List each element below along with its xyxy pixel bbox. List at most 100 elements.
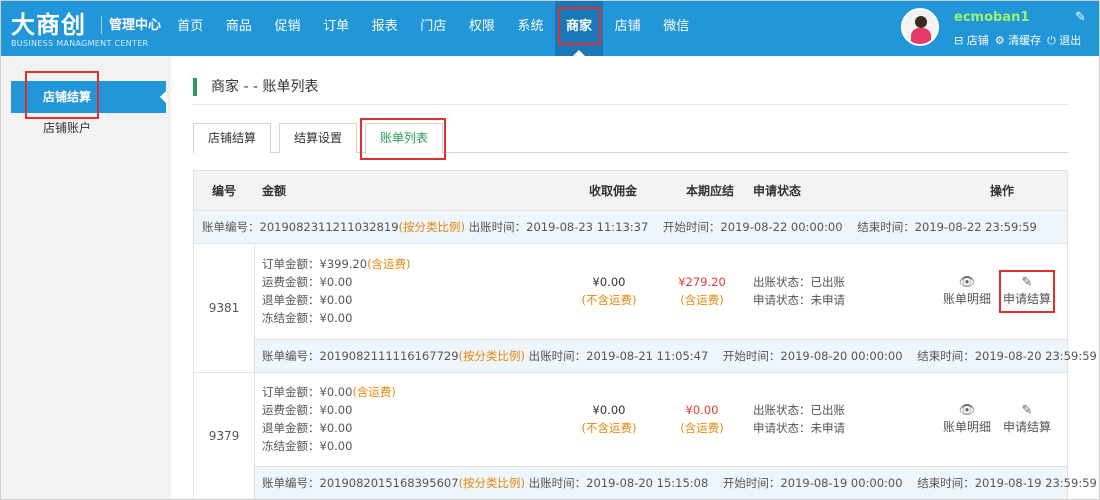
frozen-amount: 冻结金额：¥0.00 — [262, 311, 353, 325]
commission-value: ¥0.00 — [592, 275, 626, 289]
highlight-box — [557, 7, 601, 45]
logo-text: 大商创 — [11, 11, 86, 39]
bill-times: 出账时间：2019-08-21 11:05:47 开始时间：2019-08-20… — [528, 349, 1097, 363]
commission-note: (不含运费) — [581, 293, 637, 307]
sidebar-item-store-settlement[interactable]: 店铺结算 — [11, 71, 167, 119]
nav-goods[interactable]: 商品 — [215, 1, 264, 56]
logo-subtitle: 管理中心 — [109, 18, 162, 33]
order-amount-label: 订单金额： — [262, 385, 320, 399]
apply-settlement-button[interactable]: ✎ 申请结算 — [999, 270, 1055, 313]
logout-link[interactable]: ⏻ 退出 — [1047, 32, 1081, 48]
amount-details: 订单金额：¥399.20(含运费) 运费金额：¥0.00 退单金额：¥0.00 … — [262, 255, 411, 327]
logo-english: BUSINESS MANAGMENT CENTER — [11, 39, 149, 48]
bill-no-label: 账单编号： — [202, 220, 260, 234]
bill-no-label: 账单编号： — [262, 349, 320, 363]
tab-bill-list[interactable]: 账单列表 — [360, 118, 446, 160]
bill-info-row: 账单编号：2019082015168395607(按分类比例) 出账时间：201… — [255, 466, 1097, 499]
bill-times: 出账时间：2019-08-20 15:15:08 开始时间：2019-08-19… — [528, 476, 1097, 490]
avatar[interactable] — [901, 8, 939, 46]
commission-note: (不含运费) — [581, 421, 637, 435]
highlight-box — [25, 71, 99, 119]
logo[interactable]: 大商创 管理中心 BUSINESS MANAGMENT CENTER — [11, 5, 161, 51]
bill-ratio: (按分类比例) — [398, 220, 466, 234]
shipping-amount: 运费金额：¥0.00 — [262, 403, 353, 417]
bill-detail-button[interactable]: 👁 账单明细 — [942, 275, 992, 307]
status-cell: 出账状态：已出账 申请状态：未申请 — [753, 273, 845, 309]
due-note: (含运费) — [680, 293, 724, 307]
username: ecmoban1 — [954, 10, 1030, 25]
divider — [193, 104, 1068, 105]
due-value: ¥279.20 — [678, 275, 726, 289]
nav-permissions[interactable]: 权限 — [458, 1, 507, 56]
commission-cell: ¥0.00 (不含运费) — [569, 401, 649, 437]
tab-bar: 店铺结算 结算设置 账单列表 — [193, 118, 1068, 160]
clear-cache-link[interactable]: ⚙ 清缓存 — [995, 32, 1041, 48]
row-id: 9381 — [194, 245, 255, 372]
nav-system[interactable]: 系统 — [506, 1, 555, 56]
nav-promotion[interactable]: 促销 — [263, 1, 312, 56]
order-amount-note: (含运费) — [352, 385, 396, 399]
col-amount: 金额 — [262, 184, 287, 198]
logo-divider — [101, 16, 102, 34]
refund-amount: 退单金额：¥0.00 — [262, 421, 353, 435]
status-cell: 出账状态：已出账 申请状态：未申请 — [753, 401, 845, 437]
order-amount: ¥399.20 — [319, 257, 368, 271]
col-due: 本期应结 — [686, 184, 735, 198]
due-cell: ¥279.20 (含运费) — [662, 273, 742, 309]
bill-no: 2019082111116167729 — [319, 349, 459, 363]
bill-status: 出账状态：已出账 — [753, 275, 845, 289]
order-amount-label: 订单金额： — [262, 257, 320, 271]
top-bar: 大商创 管理中心 BUSINESS MANAGMENT CENTER 首页 商品… — [1, 1, 1099, 56]
bill-table: 编号 金额 收取佣金 本期应结 申请状态 操作 账单编号：20190823112… — [193, 170, 1097, 499]
table-header: 编号 金额 收取佣金 本期应结 申请状态 操作 — [194, 171, 1067, 211]
col-ops: 操作 — [990, 184, 1015, 198]
due-cell: ¥0.00 (含运费) — [662, 401, 742, 437]
col-commission: 收取佣金 — [589, 184, 638, 198]
sidebar-item-store-account[interactable]: 店铺账户 — [11, 113, 166, 143]
nav-home[interactable]: 首页 — [166, 1, 215, 56]
bill-no: 2019082015168395607 — [319, 476, 459, 490]
user-links: ⊟ 店铺 ⚙ 清缓存 ⏻ 退出 — [954, 32, 1081, 48]
highlight-box — [360, 118, 446, 160]
apply-settlement-label: 申请结算 — [1002, 420, 1051, 434]
bill-status: 出账状态：已出账 — [753, 403, 845, 417]
bill-no: 2019082311211032819 — [259, 220, 399, 234]
due-note: (含运费) — [680, 421, 724, 435]
edit-profile-icon[interactable]: ✎ — [1075, 10, 1086, 25]
frozen-amount: 冻结金额：¥0.00 — [262, 439, 353, 453]
bill-times: 出账时间：2019-08-23 11:13:37 开始时间：2019-08-22… — [468, 220, 1037, 234]
nav-orders[interactable]: 订单 — [312, 1, 361, 56]
shop-link[interactable]: ⊟ 店铺 — [954, 32, 989, 48]
edit-icon: ✎ — [1021, 403, 1033, 418]
eye-icon: 👁 — [958, 275, 976, 290]
tab-settlement-settings[interactable]: 结算设置 — [279, 123, 357, 153]
table-row: 9379 订单金额：¥0.00(含运费) 运费金额：¥0.00 退单金额：¥0.… — [194, 373, 1097, 499]
nav-reports[interactable]: 报表 — [360, 1, 409, 56]
shipping-amount: 运费金额：¥0.00 — [262, 275, 353, 289]
bill-no-label: 账单编号： — [262, 476, 320, 490]
sidebar: 店铺结算 店铺账户 — [1, 56, 171, 499]
nav-shop[interactable]: 店铺 — [603, 1, 652, 56]
apply-settlement-button[interactable]: ✎ 申请结算 — [1002, 403, 1052, 435]
bill-detail-button[interactable]: 👁 账单明细 — [942, 403, 992, 435]
nav-merchant[interactable]: 商家 — [554, 1, 604, 56]
col-status: 申请状态 — [753, 184, 802, 198]
main-content: 商家 - - 账单列表 店铺结算 结算设置 账单列表 编号 金额 收取佣金 本期… — [171, 56, 1099, 499]
active-arrow — [160, 90, 167, 104]
bill-detail-label: 账单明细 — [942, 292, 991, 306]
refund-amount: 退单金额：¥0.00 — [262, 293, 353, 307]
apply-status: 申请状态：未申请 — [753, 293, 845, 307]
tab-store-settlement[interactable]: 店铺结算 — [193, 123, 271, 153]
amount-details: 订单金额：¥0.00(含运费) 运费金额：¥0.00 退单金额：¥0.00 冻结… — [262, 383, 396, 455]
nav-wechat[interactable]: 微信 — [652, 1, 701, 56]
bill-ratio: (按分类比例) — [458, 476, 526, 490]
due-value: ¥0.00 — [685, 403, 719, 417]
bill-info-row: 账单编号：2019082111116167729(按分类比例) 出账时间：201… — [255, 339, 1097, 372]
row-id: 9379 — [194, 373, 255, 499]
commission-cell: ¥0.00 (不含运费) — [569, 273, 649, 309]
bill-ratio: (按分类比例) — [458, 349, 526, 363]
table-row: 9381 订单金额：¥399.20(含运费) 运费金额：¥0.00 退单金额：¥… — [194, 245, 1097, 373]
bill-info-row: 账单编号：2019082311211032819(按分类比例) 出账时间：201… — [194, 211, 1067, 244]
app-window: 大商创 管理中心 BUSINESS MANAGMENT CENTER 首页 商品… — [0, 0, 1100, 500]
nav-stores[interactable]: 门店 — [409, 1, 458, 56]
